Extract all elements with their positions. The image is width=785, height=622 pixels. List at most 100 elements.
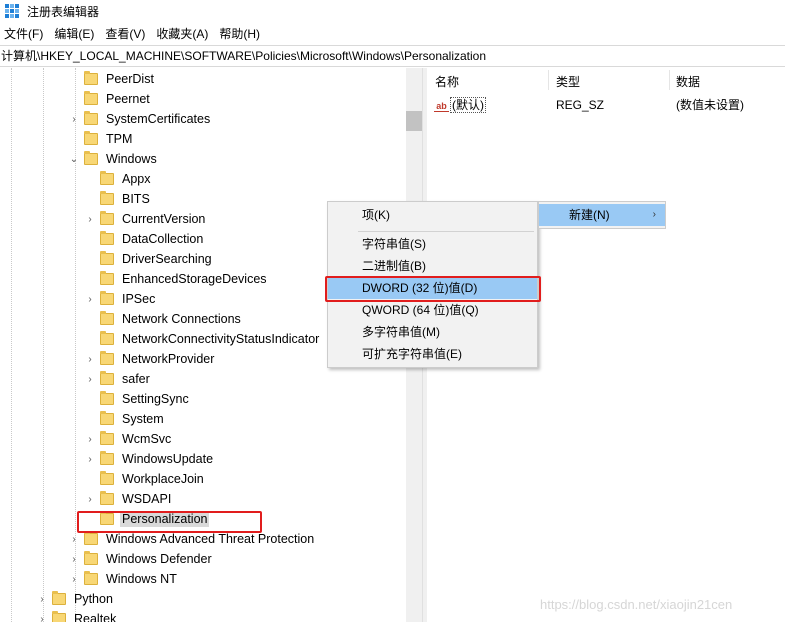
menu-item-qword-value[interactable]: QWORD (64 位)值(Q) (328, 300, 537, 321)
tree-item[interactable]: Network Connections (84, 309, 243, 329)
expand-chevron-icon[interactable]: › (84, 293, 96, 305)
menu-item-multi-string-value[interactable]: 多字符串值(M) (328, 322, 537, 343)
value-data: (数值未设置) (676, 98, 744, 112)
tree-item[interactable]: System (84, 409, 166, 429)
column-header-type[interactable]: 类型 (556, 73, 580, 91)
regedit-icon (5, 4, 19, 18)
expand-chevron-icon[interactable]: › (84, 213, 96, 225)
tree-item-label: IPSec (122, 292, 156, 306)
folder-icon (100, 491, 114, 505)
menu-help[interactable]: 帮助(H) (215, 24, 267, 44)
folder-icon (100, 371, 114, 385)
expand-chevron-icon[interactable]: › (68, 553, 80, 565)
tree-item-label: Network Connections (122, 312, 241, 326)
menu-item-key[interactable]: 项(K) (328, 205, 537, 226)
tree-guide-line (11, 68, 12, 622)
folder-icon (100, 271, 114, 285)
menu-edit[interactable]: 编辑(E) (50, 24, 101, 44)
folder-icon (84, 151, 98, 165)
value-type: REG_SZ (556, 98, 605, 112)
tree-item-label: System (122, 412, 164, 426)
tree-item[interactable]: ⌄ Windows (68, 149, 159, 169)
expand-chevron-icon[interactable]: › (84, 493, 96, 505)
tree-item[interactable]: WorkplaceJoin (84, 469, 206, 489)
tree-item[interactable]: PeerDist (68, 69, 156, 89)
expand-chevron-icon[interactable]: › (68, 573, 80, 585)
expand-chevron-icon[interactable]: › (36, 593, 48, 605)
expand-chevron-icon[interactable]: › (68, 113, 80, 125)
folder-icon (100, 171, 114, 185)
tree-item[interactable]: EnhancedStorageDevices (84, 269, 269, 289)
menu-item-string-value[interactable]: 字符串值(S) (328, 234, 537, 255)
folder-icon (100, 471, 114, 485)
list-item-default[interactable]: ab (默认) (434, 96, 486, 114)
string-value-icon: ab (434, 100, 449, 112)
menu-favorites[interactable]: 收藏夹(A) (152, 24, 215, 44)
tree-item[interactable]: SettingSync (84, 389, 191, 409)
expand-chevron-icon[interactable]: › (36, 613, 48, 622)
tree-item[interactable]: › Realtek (36, 609, 118, 622)
tree-item-label: Appx (122, 172, 151, 186)
tree-item-label: BITS (122, 192, 150, 206)
folder-icon (100, 191, 114, 205)
tree-item[interactable]: › CurrentVersion (84, 209, 207, 229)
tree-item-label: DataCollection (122, 232, 204, 246)
menu-file[interactable]: 文件(F) (0, 24, 50, 44)
tree-item[interactable]: › WindowsUpdate (84, 449, 215, 469)
tree-item-label: Windows (106, 152, 157, 166)
folder-icon (52, 611, 66, 622)
tree-scroll-thumb[interactable] (406, 111, 422, 131)
expand-chevron-icon[interactable]: › (84, 453, 96, 465)
tree-item[interactable]: › IPSec (84, 289, 157, 309)
column-divider[interactable] (548, 70, 549, 90)
tree-item[interactable]: › WcmSvc (84, 429, 173, 449)
tree-item[interactable]: TPM (68, 129, 134, 149)
tree-item[interactable]: DataCollection (84, 229, 205, 249)
tree-item-label: Windows Advanced Threat Protection (106, 532, 315, 546)
menu-item-binary-value[interactable]: 二进制值(B) (328, 256, 537, 277)
menu-item-expandable-string-value[interactable]: 可扩充字符串值(E) (328, 344, 537, 365)
tree-item-label: WcmSvc (122, 432, 172, 446)
folder-icon (100, 391, 114, 405)
folder-icon (100, 351, 114, 365)
tree-item[interactable]: › NetworkProvider (84, 349, 216, 369)
column-header-data[interactable]: 数据 (676, 73, 700, 91)
tree-item[interactable]: › safer (84, 369, 152, 389)
menu-view[interactable]: 查看(V) (101, 24, 152, 44)
tree-item-label: WorkplaceJoin (122, 472, 204, 486)
folder-icon (100, 251, 114, 265)
tree-item[interactable]: BITS (84, 189, 152, 209)
collapse-chevron-icon[interactable]: ⌄ (68, 153, 80, 165)
tree-item[interactable]: DriverSearching (84, 249, 214, 269)
menu-item-new[interactable]: 新建(N) › (539, 204, 665, 226)
expand-chevron-icon[interactable]: › (84, 373, 96, 385)
folder-icon (84, 71, 98, 85)
tree-item[interactable]: › Windows Defender (68, 549, 214, 569)
tree-item-label: PeerDist (106, 72, 154, 86)
address-bar[interactable]: 计算机\HKEY_LOCAL_MACHINE\SOFTWARE\Policies… (0, 45, 785, 67)
tree-item[interactable]: › SystemCertificates (68, 109, 212, 129)
tree-item[interactable]: › Python (36, 589, 115, 609)
expand-chevron-icon[interactable]: › (84, 353, 96, 365)
tree-item[interactable]: Peernet (68, 89, 152, 109)
tree-item-label: DriverSearching (122, 252, 212, 266)
tree-item[interactable]: › WSDAPI (84, 489, 173, 509)
tree-item[interactable]: NetworkConnectivityStatusIndicator (84, 329, 321, 349)
column-header-name[interactable]: 名称 (435, 73, 459, 91)
submenu-arrow-icon: › (652, 209, 656, 220)
folder-icon (100, 451, 114, 465)
tree-item[interactable]: › Windows NT (68, 569, 179, 589)
tree-item-label: SettingSync (122, 392, 189, 406)
column-divider[interactable] (669, 70, 670, 90)
expand-chevron-icon[interactable]: › (68, 533, 80, 545)
tree-item-label: NetworkConnectivityStatusIndicator (122, 332, 320, 346)
expand-chevron-icon[interactable]: › (84, 433, 96, 445)
tree-item[interactable]: Appx (84, 169, 153, 189)
tree-item-label: WSDAPI (122, 492, 172, 506)
